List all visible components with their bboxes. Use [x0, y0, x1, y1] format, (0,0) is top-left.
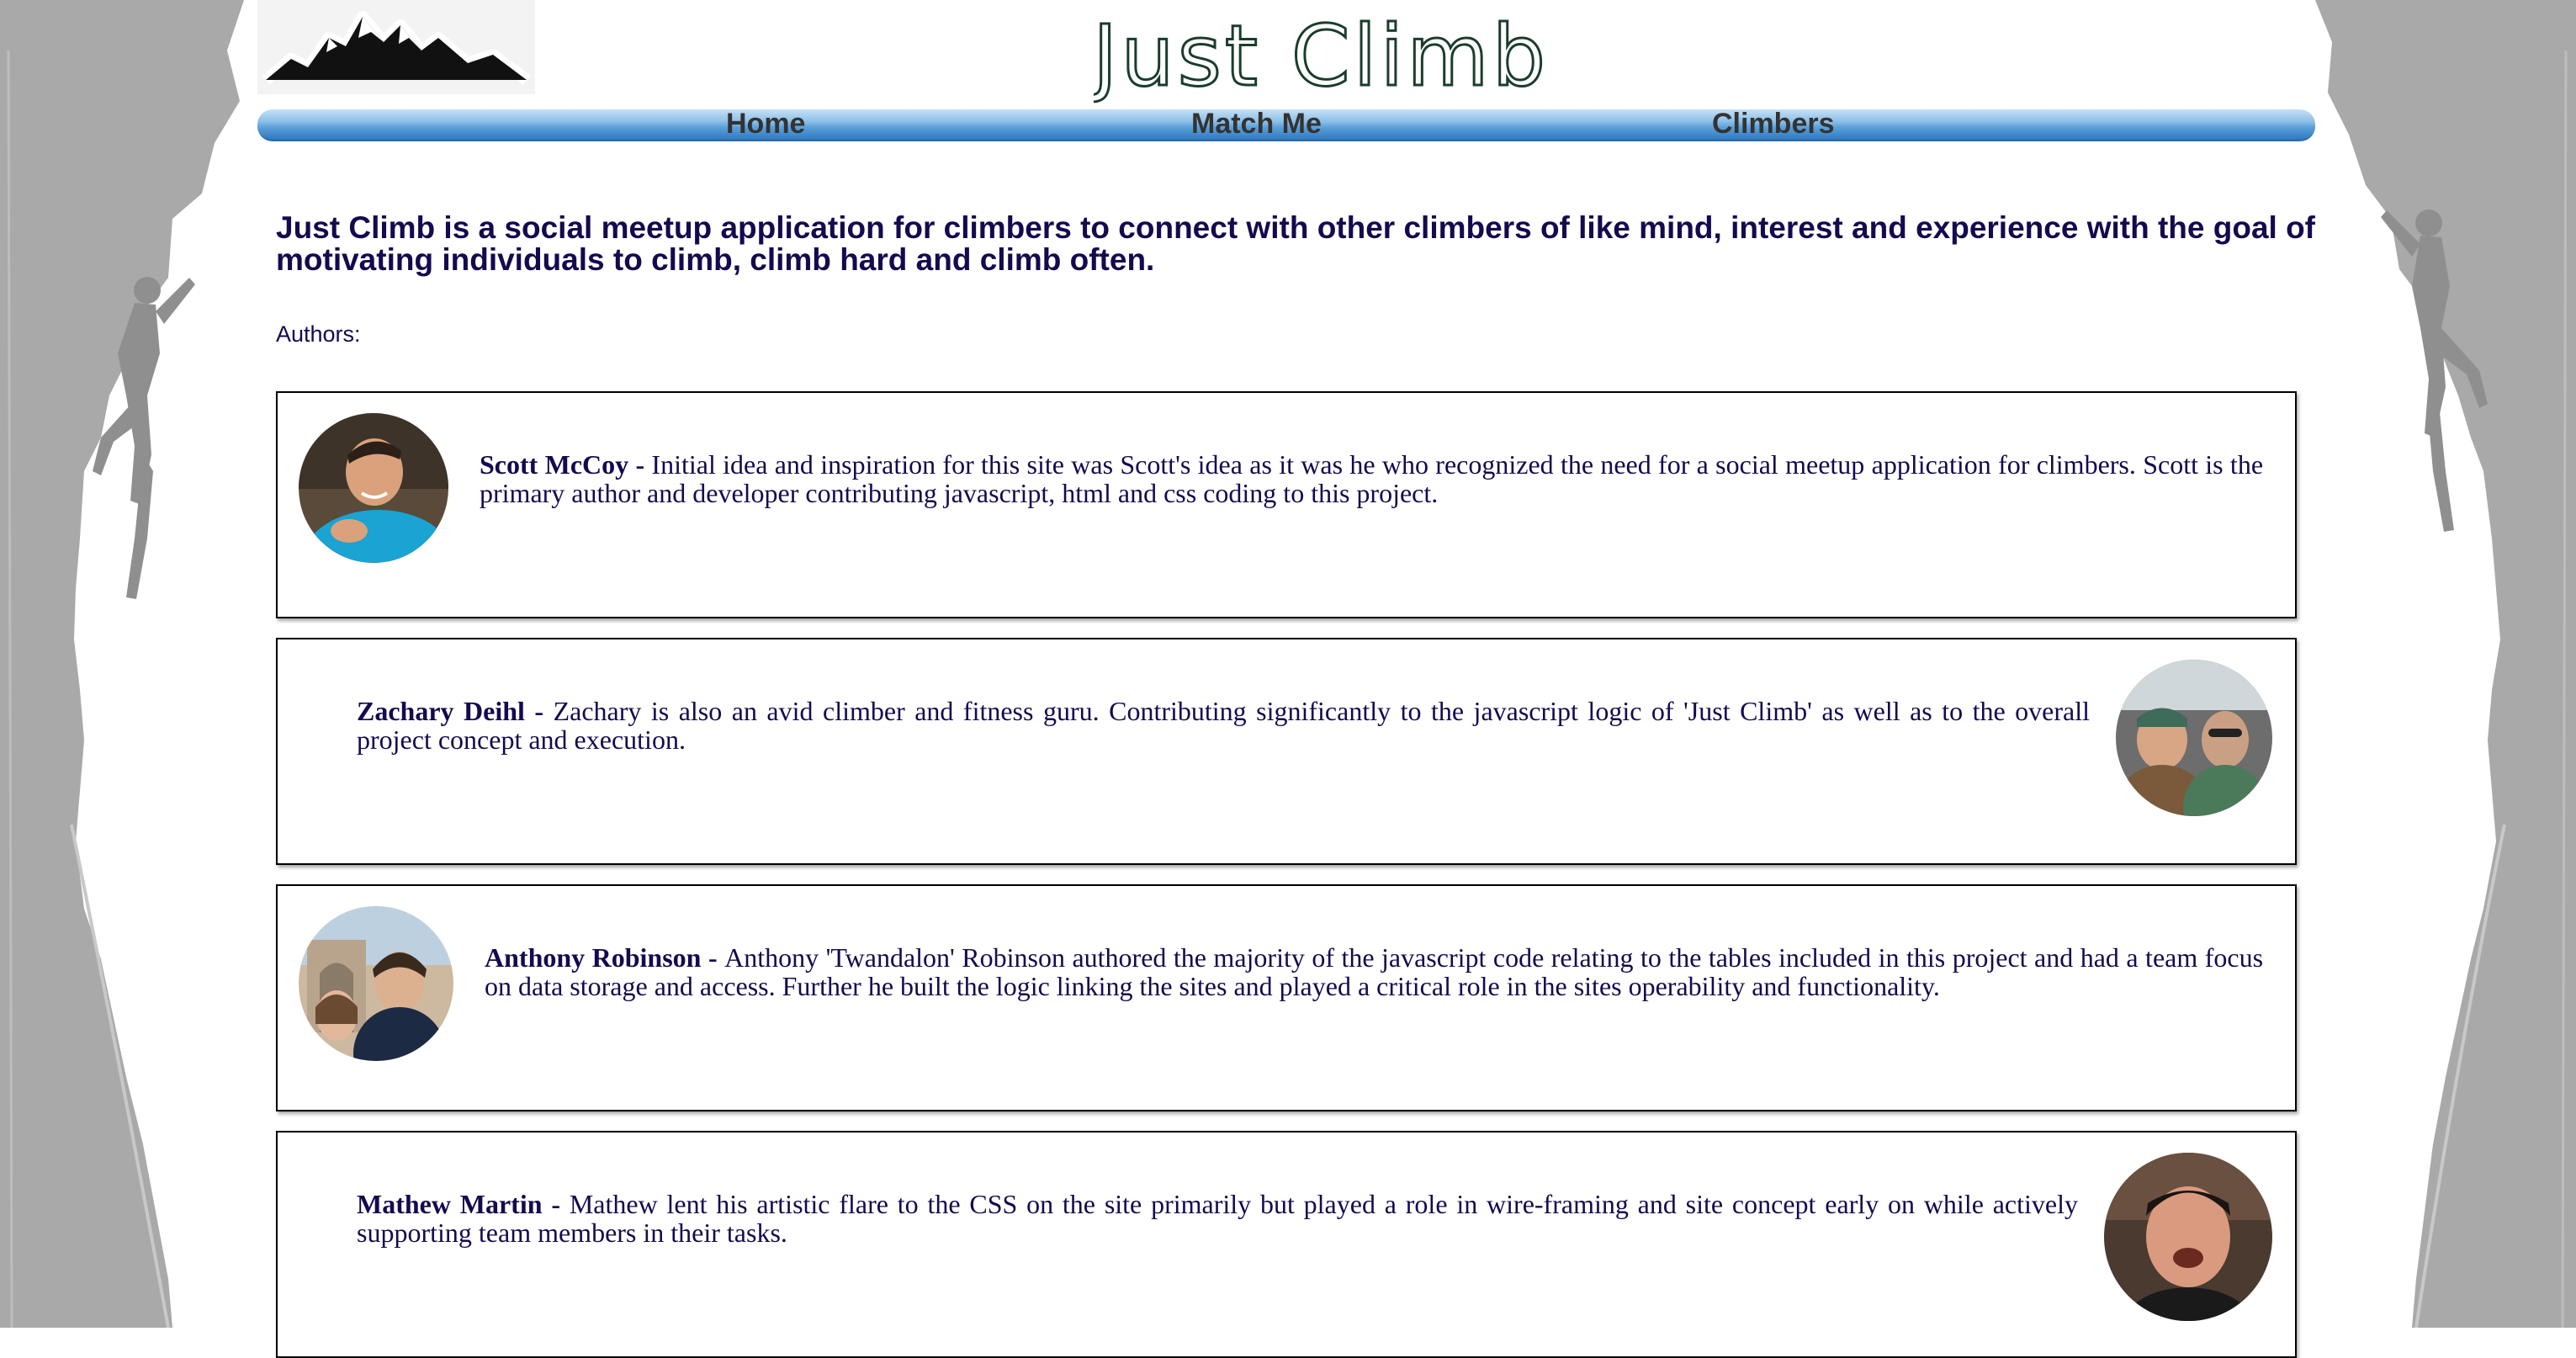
- author-card: Scott McCoy - Initial idea and inspirati…: [276, 391, 2297, 618]
- nav-climbers-link[interactable]: Climbers: [1712, 108, 1835, 141]
- author-bio: Mathew Martin - Mathew lent his artistic…: [357, 1189, 2079, 1248]
- author-bio: Anthony Robinson - Anthony 'Twandalon' R…: [485, 942, 2264, 1001]
- right-cliff-background: [2315, 0, 2576, 1328]
- avatar: [299, 413, 448, 563]
- avatar: [2104, 1153, 2272, 1321]
- author-card: Anthony Robinson - Anthony 'Twandalon' R…: [276, 884, 2297, 1111]
- intro-text: Just Climb is a social meetup applicatio…: [276, 210, 2316, 277]
- site-title: Just Climb: [1094, 6, 1548, 107]
- author-bio: Zachary Deihl - Zachary is also an avid …: [357, 696, 2091, 755]
- nav-match-me-link[interactable]: Match Me: [1191, 108, 1322, 141]
- author-description: Initial idea and inspiration for this si…: [480, 449, 2264, 508]
- author-name: Scott McCoy: [480, 449, 629, 480]
- avatar: [299, 906, 453, 1061]
- left-cliff-background: [0, 0, 244, 1328]
- author-name: Mathew Martin: [357, 1189, 543, 1219]
- author-name: Zachary Deihl: [357, 696, 525, 726]
- author-description: Mathew lent his artistic flare to the CS…: [357, 1189, 2079, 1248]
- author-card: Mathew Martin - Mathew lent his artistic…: [276, 1131, 2297, 1358]
- main-nav: Home Match Me Climbers: [257, 108, 2315, 141]
- site-title-text: Just Climb: [1094, 7, 1548, 105]
- mountain-logo-icon[interactable]: [257, 0, 535, 94]
- author-name: Anthony Robinson: [485, 942, 702, 973]
- author-description: Anthony 'Twandalon' Robinson authored th…: [485, 942, 2264, 1001]
- nav-home-link[interactable]: Home: [726, 108, 805, 141]
- authors-label: Authors:: [276, 321, 361, 347]
- author-bio: Scott McCoy - Initial idea and inspirati…: [480, 449, 2264, 508]
- author-card: Zachary Deihl - Zachary is also an avid …: [276, 638, 2297, 865]
- author-description: Zachary is also an avid climber and fitn…: [357, 696, 2091, 755]
- avatar: [2116, 660, 2272, 816]
